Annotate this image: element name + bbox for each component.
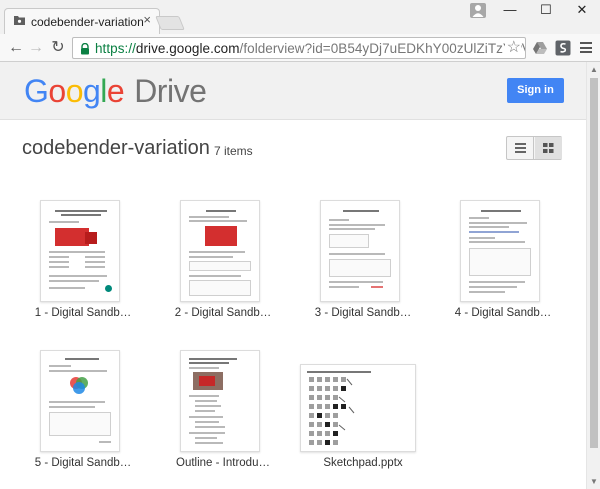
logo-letter: o bbox=[65, 73, 84, 109]
browser-tab[interactable]: codebender-variation × bbox=[4, 8, 160, 34]
browser-toolbar: ← → ↻ https://drive.google.com/foldervie… bbox=[0, 34, 600, 62]
pixel-grid-sketch bbox=[309, 377, 355, 445]
file-item[interactable]: 3 - Digital Sandb… bbox=[298, 200, 428, 330]
url-host: drive.google.com bbox=[135, 41, 240, 56]
person-icon bbox=[470, 3, 486, 18]
bookmark-star-icon[interactable]: ☆ bbox=[504, 39, 521, 57]
address-bar[interactable]: https://drive.google.com/folderview?id=0… bbox=[72, 37, 526, 59]
folder-title: codebender-variation bbox=[22, 137, 210, 159]
logo-letter: o bbox=[48, 73, 66, 109]
file-name: 3 - Digital Sandb… bbox=[314, 307, 412, 319]
item-count: 7 items bbox=[214, 144, 253, 158]
file-name: Sketchpad.pptx bbox=[323, 457, 403, 469]
product-name: Drive bbox=[134, 73, 207, 109]
url-scheme: https:// bbox=[95, 41, 136, 56]
url-text: https://drive.google.com/folderview?id=0… bbox=[95, 41, 526, 56]
file-name: 4 - Digital Sandb… bbox=[454, 307, 552, 319]
url-path: /folderview?id=0B54yDj7uEDKhY00zUlZiTzYw… bbox=[239, 41, 526, 56]
scroll-up-arrow-icon[interactable]: ▲ bbox=[590, 65, 598, 74]
folder-icon bbox=[14, 16, 25, 25]
back-icon[interactable]: ← bbox=[6, 38, 26, 58]
drive-header: Google Drive Sign in bbox=[0, 62, 586, 120]
list-view-button[interactable] bbox=[507, 137, 534, 159]
file-thumbnail bbox=[320, 200, 400, 302]
lock-icon bbox=[81, 43, 89, 55]
tab-title: codebender-variation bbox=[31, 15, 144, 29]
scroll-thumb[interactable] bbox=[590, 78, 598, 448]
scroll-down-arrow-icon[interactable]: ▼ bbox=[590, 477, 598, 486]
google-drive-logo[interactable]: Google Drive bbox=[24, 73, 207, 110]
browser-titlebar: codebender-variation × — ☐ ✕ bbox=[0, 0, 600, 34]
file-item[interactable]: Sketchpad.pptx bbox=[298, 350, 428, 480]
file-thumbnail bbox=[460, 200, 540, 302]
page-scrollbar[interactable]: ▲ ▼ bbox=[586, 62, 600, 489]
logo-letter: g bbox=[82, 73, 101, 109]
new-tab-button[interactable] bbox=[155, 16, 185, 30]
rgb-color-wheel-icon bbox=[70, 377, 88, 394]
file-thumbnail bbox=[180, 350, 260, 452]
tab-close-icon[interactable]: × bbox=[143, 13, 151, 27]
file-item[interactable]: Outline - Introdu… bbox=[158, 350, 288, 480]
close-window-button[interactable]: ✕ bbox=[564, 0, 600, 22]
file-item[interactable]: 4 - Digital Sandb… bbox=[438, 200, 568, 330]
extension-icon[interactable] bbox=[555, 40, 571, 56]
file-name: 5 - Digital Sandb… bbox=[34, 457, 132, 469]
reload-icon[interactable]: ↻ bbox=[48, 38, 68, 58]
file-thumbnail bbox=[40, 350, 120, 452]
maximize-button[interactable]: ☐ bbox=[528, 0, 564, 22]
file-item[interactable]: 1 - Digital Sandb… bbox=[18, 200, 148, 330]
file-item[interactable]: 5 - Digital Sandb… bbox=[18, 350, 148, 480]
list-view-icon bbox=[515, 143, 526, 153]
drive-extension-icon[interactable] bbox=[532, 40, 548, 56]
file-thumbnail bbox=[40, 200, 120, 302]
logo-letter: G bbox=[24, 73, 49, 109]
file-item[interactable]: 2 - Digital Sandb… bbox=[158, 200, 288, 330]
grid-view-icon bbox=[543, 143, 554, 153]
file-name: 2 - Digital Sandb… bbox=[174, 307, 272, 319]
menu-icon[interactable] bbox=[580, 42, 592, 54]
logo-letter: e bbox=[106, 73, 125, 109]
file-thumbnail bbox=[300, 364, 416, 452]
view-toggle bbox=[506, 136, 562, 160]
minimize-button[interactable]: — bbox=[492, 0, 528, 22]
logo-letter: l bbox=[100, 73, 107, 109]
grid-view-button[interactable] bbox=[535, 137, 562, 159]
profile-button[interactable] bbox=[463, 0, 493, 22]
sign-in-button[interactable]: Sign in bbox=[507, 78, 564, 103]
file-name: 1 - Digital Sandb… bbox=[34, 307, 132, 319]
forward-icon[interactable]: → bbox=[26, 38, 46, 58]
file-thumbnail bbox=[180, 200, 260, 302]
file-name: Outline - Introdu… bbox=[176, 457, 270, 469]
